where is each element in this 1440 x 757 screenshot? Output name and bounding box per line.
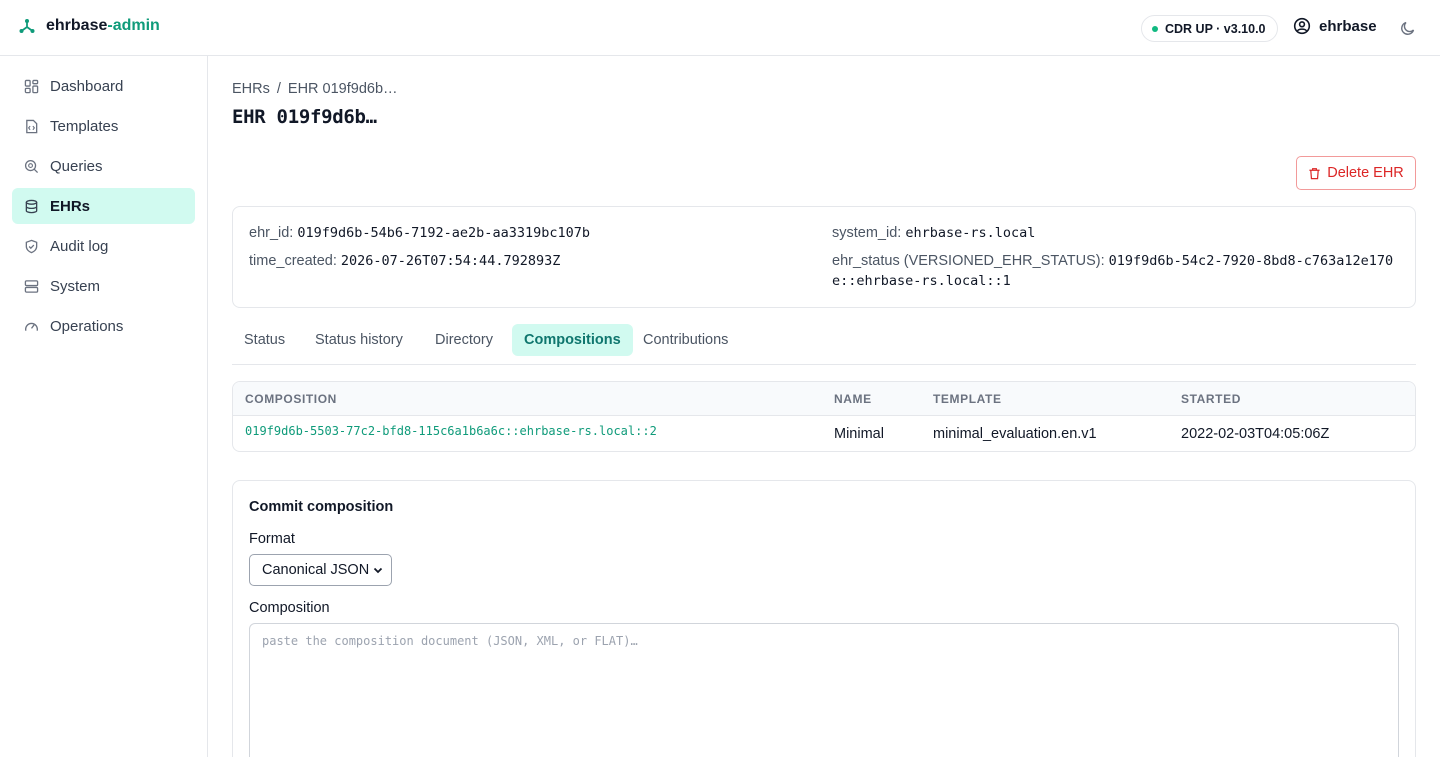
main-content: EHRs / EHR 019f9d6b… EHR 019f9d6b… Delet… [208,56,1440,757]
ehr-status-value-line2: e::ehrbase-rs.local::1 [832,273,1011,289]
sidebar-item-audit-log[interactable]: Audit log [12,228,195,264]
sidebar-item-label: Templates [50,117,119,135]
ehr-status-row: ehr_status (VERSIONED_EHR_STATUS): 019f9… [832,251,1402,291]
tab-status[interactable]: Status [232,324,297,356]
breadcrumb-root-link[interactable]: EHRs [232,81,270,97]
server-icon [24,279,39,293]
user-circle-icon [1293,17,1311,35]
brand-logo-icon [19,19,35,33]
user-name: ehrbase [1319,17,1377,35]
moon-icon[interactable] [1399,19,1417,37]
composition-started: 2022-02-03T04:05:06Z [1181,426,1330,442]
time-created-label: time_created: [249,253,337,269]
tab-directory[interactable]: Directory [423,324,505,356]
tab-compositions[interactable]: Compositions [512,324,633,356]
sidebar-item-label: EHRs [50,197,91,215]
cdr-status-badge: CDR UP · v3.10.0 [1141,15,1278,42]
sidebar-item-templates[interactable]: Templates [12,108,195,144]
breadcrumb-separator: / [276,81,281,97]
tab-status-history[interactable]: Status history [303,324,415,356]
sidebar-item-label: Audit log [50,237,109,255]
sidebar-item-operations[interactable]: Operations [12,308,195,344]
ehr-id-row: ehr_id: 019f9d6b-54b6-7192-ae2b-aa3319bc… [249,223,590,243]
ehr-info-card: ehr_id: 019f9d6b-54b6-7192-ae2b-aa3319bc… [232,206,1416,308]
database-icon [25,199,38,213]
page-title: EHR 019f9d6b… [232,106,377,128]
breadcrumb: EHRs / EHR 019f9d6b… [232,81,398,97]
top-bar: ehrbase-admin CDR UP · v3.10.0 ehrbase [0,0,1440,56]
query-search-icon [24,159,39,173]
compositions-table: COMPOSITION NAME TEMPLATE STARTED 019f9d… [232,381,1416,452]
system-id-value: ehrbase-rs.local [905,225,1036,241]
dashboard-icon [24,79,39,93]
column-header-started: STARTED [1181,392,1241,406]
format-select[interactable]: Canonical JSON [249,554,392,586]
sidebar-item-ehrs[interactable]: EHRs [12,188,195,224]
chevron-down-icon [373,567,383,574]
sidebar-item-label: System [50,277,101,295]
sidebar-item-dashboard[interactable]: Dashboard [12,68,195,104]
sidebar-item-system[interactable]: System [12,268,195,304]
commit-composition-card: Commit composition Format Canonical JSON… [232,480,1416,757]
user-menu[interactable]: ehrbase [1293,17,1377,35]
time-created-value: 2026-07-26T07:54:44.792893Z [340,253,561,269]
table-header: COMPOSITION NAME TEMPLATE STARTED [233,382,1415,416]
ehr-status-value-line1: 019f9d6b-54c2-7920-8bd8-c763a12e170 [1108,253,1394,269]
brand-accent: -admin [107,17,160,34]
ehr-id-label: ehr_id: [249,225,294,241]
shield-check-icon [25,239,38,253]
sidebar-item-label: Operations [50,317,124,335]
ehr-id-value: 019f9d6b-54b6-7192-ae2b-aa3319bc107b [297,225,590,241]
column-header-template: TEMPLATE [933,392,1002,406]
commit-composition-title: Commit composition [249,499,394,515]
brand-name: ehrbase [46,17,108,34]
composition-id-link[interactable]: 019f9d6b-5503-77c2-bfd8-115c6a1b6a6c::eh… [245,424,657,438]
sidebar-item-label: Dashboard [50,77,124,95]
sidebar: Dashboard Templates Queries EHRs Audit l… [0,56,208,757]
format-select-value: Canonical JSON [262,562,370,578]
template-file-icon [26,119,38,133]
gauge-icon [25,322,38,331]
column-header-name: NAME [834,392,872,406]
sidebar-item-label: Queries [50,157,103,175]
ehr-status-label: ehr_status (VERSIONED_EHR_STATUS): [832,253,1105,269]
composition-textarea[interactable]: paste the composition document (JSON, XM… [249,623,1399,757]
composition-name: Minimal [834,426,884,442]
system-id-row: system_id: ehrbase-rs.local [832,223,1035,243]
status-dot-icon [1152,25,1158,32]
delete-ehr-button[interactable]: Delete EHR [1296,156,1416,190]
column-header-composition: COMPOSITION [245,392,337,406]
system-id-label: system_id: [832,225,902,241]
cdr-status-text: CDR UP · v3.10.0 [1165,21,1266,36]
composition-textarea-placeholder: paste the composition document (JSON, XM… [262,634,638,648]
tab-contributions[interactable]: Contributions [631,324,740,356]
ehr-tabs: Status Status history Directory Composit… [232,324,1416,365]
time-created-row: time_created: 2026-07-26T07:54:44.792893… [249,251,560,271]
sidebar-item-queries[interactable]: Queries [12,148,195,184]
brand[interactable]: ehrbase-admin [18,17,160,35]
delete-ehr-label: Delete EHR [1327,165,1404,181]
composition-template: minimal_evaluation.en.v1 [933,426,1097,442]
trash-icon [1309,167,1320,179]
format-label: Format [249,531,295,547]
composition-label: Composition [249,600,330,616]
breadcrumb-current: EHR 019f9d6b… [287,81,398,97]
